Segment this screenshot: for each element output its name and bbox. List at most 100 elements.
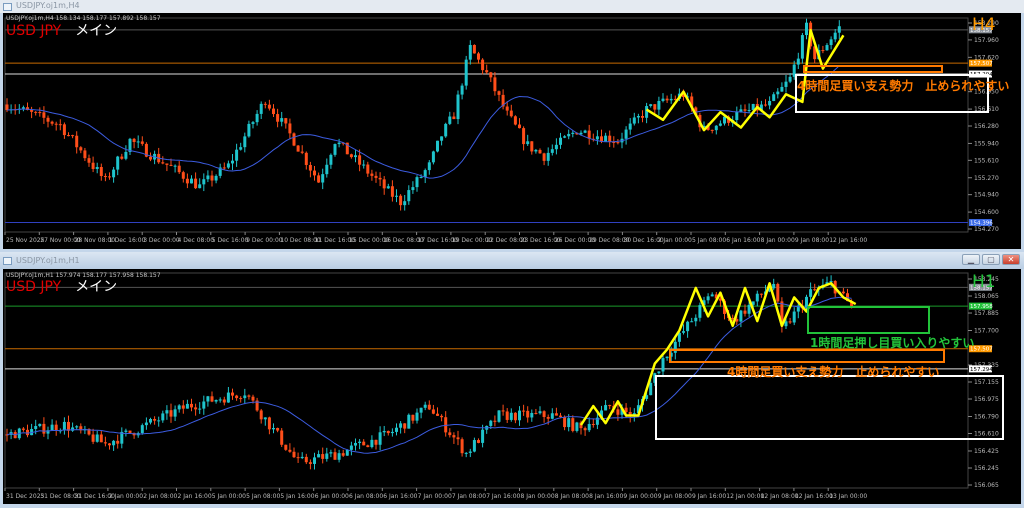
candle-body xyxy=(255,113,259,123)
candle-body xyxy=(378,432,382,445)
candle-body xyxy=(825,45,829,51)
candle-body xyxy=(706,296,710,301)
candle-body xyxy=(686,321,690,332)
time-label: 8 Jan 08:00 xyxy=(555,493,589,500)
candle-body xyxy=(259,410,263,420)
candle-body xyxy=(534,412,538,414)
candle-body xyxy=(112,440,116,446)
candle-body xyxy=(296,145,300,152)
annotation-frame xyxy=(655,375,1004,440)
candle-body xyxy=(173,165,177,167)
candle-body xyxy=(308,164,312,171)
price-tick-label: 154.270 xyxy=(974,226,999,233)
candle-body xyxy=(50,121,54,124)
time-label: 9 Jan 08:00 xyxy=(658,493,692,500)
candle-body xyxy=(833,32,837,40)
candle-body xyxy=(235,149,239,161)
candle-body xyxy=(427,404,431,410)
candle-body xyxy=(723,116,726,124)
candle-body xyxy=(370,173,374,176)
candle-body xyxy=(300,151,304,153)
candle-body xyxy=(251,122,255,124)
candle-body xyxy=(604,135,608,142)
candle-body xyxy=(399,423,403,428)
candle-body xyxy=(317,454,321,458)
candle-body xyxy=(198,184,202,189)
candle-body xyxy=(173,409,177,417)
price-tick-label: 155.270 xyxy=(974,175,999,182)
candle-body xyxy=(530,412,534,418)
candle-body xyxy=(407,414,411,429)
timeframe-label: H1 xyxy=(972,272,996,292)
candle-body xyxy=(423,404,427,408)
candle-body xyxy=(587,423,591,431)
candle-body xyxy=(95,434,99,442)
candle-body xyxy=(21,428,25,430)
candle-body xyxy=(456,94,460,120)
candle-body xyxy=(214,175,218,181)
candle-body xyxy=(91,162,95,169)
price-level-text: 157.294 xyxy=(970,367,993,373)
candle-body xyxy=(349,154,353,158)
candle-body xyxy=(735,111,739,121)
candle-body xyxy=(169,410,173,417)
candle-body xyxy=(583,130,587,133)
candle-body xyxy=(718,123,722,126)
candle-body xyxy=(477,53,480,60)
candle-body xyxy=(149,156,152,160)
candle-body xyxy=(95,167,99,169)
candle-body xyxy=(395,195,398,197)
candle-body xyxy=(407,190,411,202)
candle-body xyxy=(226,163,230,168)
time-label: 8 Jan 00:00 xyxy=(521,493,555,500)
time-label: 6 Jan 16:00 xyxy=(383,493,417,500)
candle-body xyxy=(185,403,189,409)
time-label: 12 Jan 16:00 xyxy=(829,237,867,244)
candle-body xyxy=(288,123,292,134)
candle-body xyxy=(776,91,780,95)
candle-body xyxy=(509,110,513,117)
time-label: 31 Dec 2025 xyxy=(6,493,45,500)
candle-body xyxy=(464,59,468,86)
candle-body xyxy=(616,409,620,415)
candle-body xyxy=(263,417,267,420)
candle-body xyxy=(595,136,599,140)
candle-body xyxy=(358,441,362,443)
candle-body xyxy=(239,147,243,150)
candle-body xyxy=(54,424,58,431)
candle-body xyxy=(83,150,87,159)
candle-body xyxy=(411,187,415,191)
candle-body xyxy=(747,109,751,111)
candle-body xyxy=(300,456,304,459)
candle-body xyxy=(518,410,521,421)
candle-body xyxy=(210,175,214,181)
candle-body xyxy=(38,423,42,427)
candle-body xyxy=(165,410,169,414)
candle-body xyxy=(784,81,788,87)
candle-body xyxy=(419,407,423,413)
candle-body xyxy=(239,398,243,400)
candle-body xyxy=(226,392,230,403)
candle-body xyxy=(231,160,234,164)
price-tick-label: 155.940 xyxy=(974,140,999,147)
candle-body xyxy=(497,91,501,95)
candle-body xyxy=(550,149,554,153)
candle-body xyxy=(124,430,128,432)
candle-body xyxy=(103,176,107,178)
candle-body xyxy=(272,108,275,115)
candle-body xyxy=(194,407,198,410)
candle-body xyxy=(382,179,386,189)
candle-body xyxy=(358,155,362,165)
candle-body xyxy=(313,170,316,176)
candle-body xyxy=(673,341,677,353)
candle-body xyxy=(513,412,517,421)
time-label: 3 Dec 00:00 xyxy=(143,237,180,244)
candle-body xyxy=(460,85,464,95)
candle-body xyxy=(280,430,284,445)
candle-body xyxy=(329,154,333,165)
candle-body xyxy=(657,371,661,374)
candle-body xyxy=(116,156,120,170)
time-label: 5 Jan 08:00 xyxy=(692,237,726,244)
candle-body xyxy=(534,149,538,152)
time-label: 13 Jan 00:00 xyxy=(829,493,867,500)
